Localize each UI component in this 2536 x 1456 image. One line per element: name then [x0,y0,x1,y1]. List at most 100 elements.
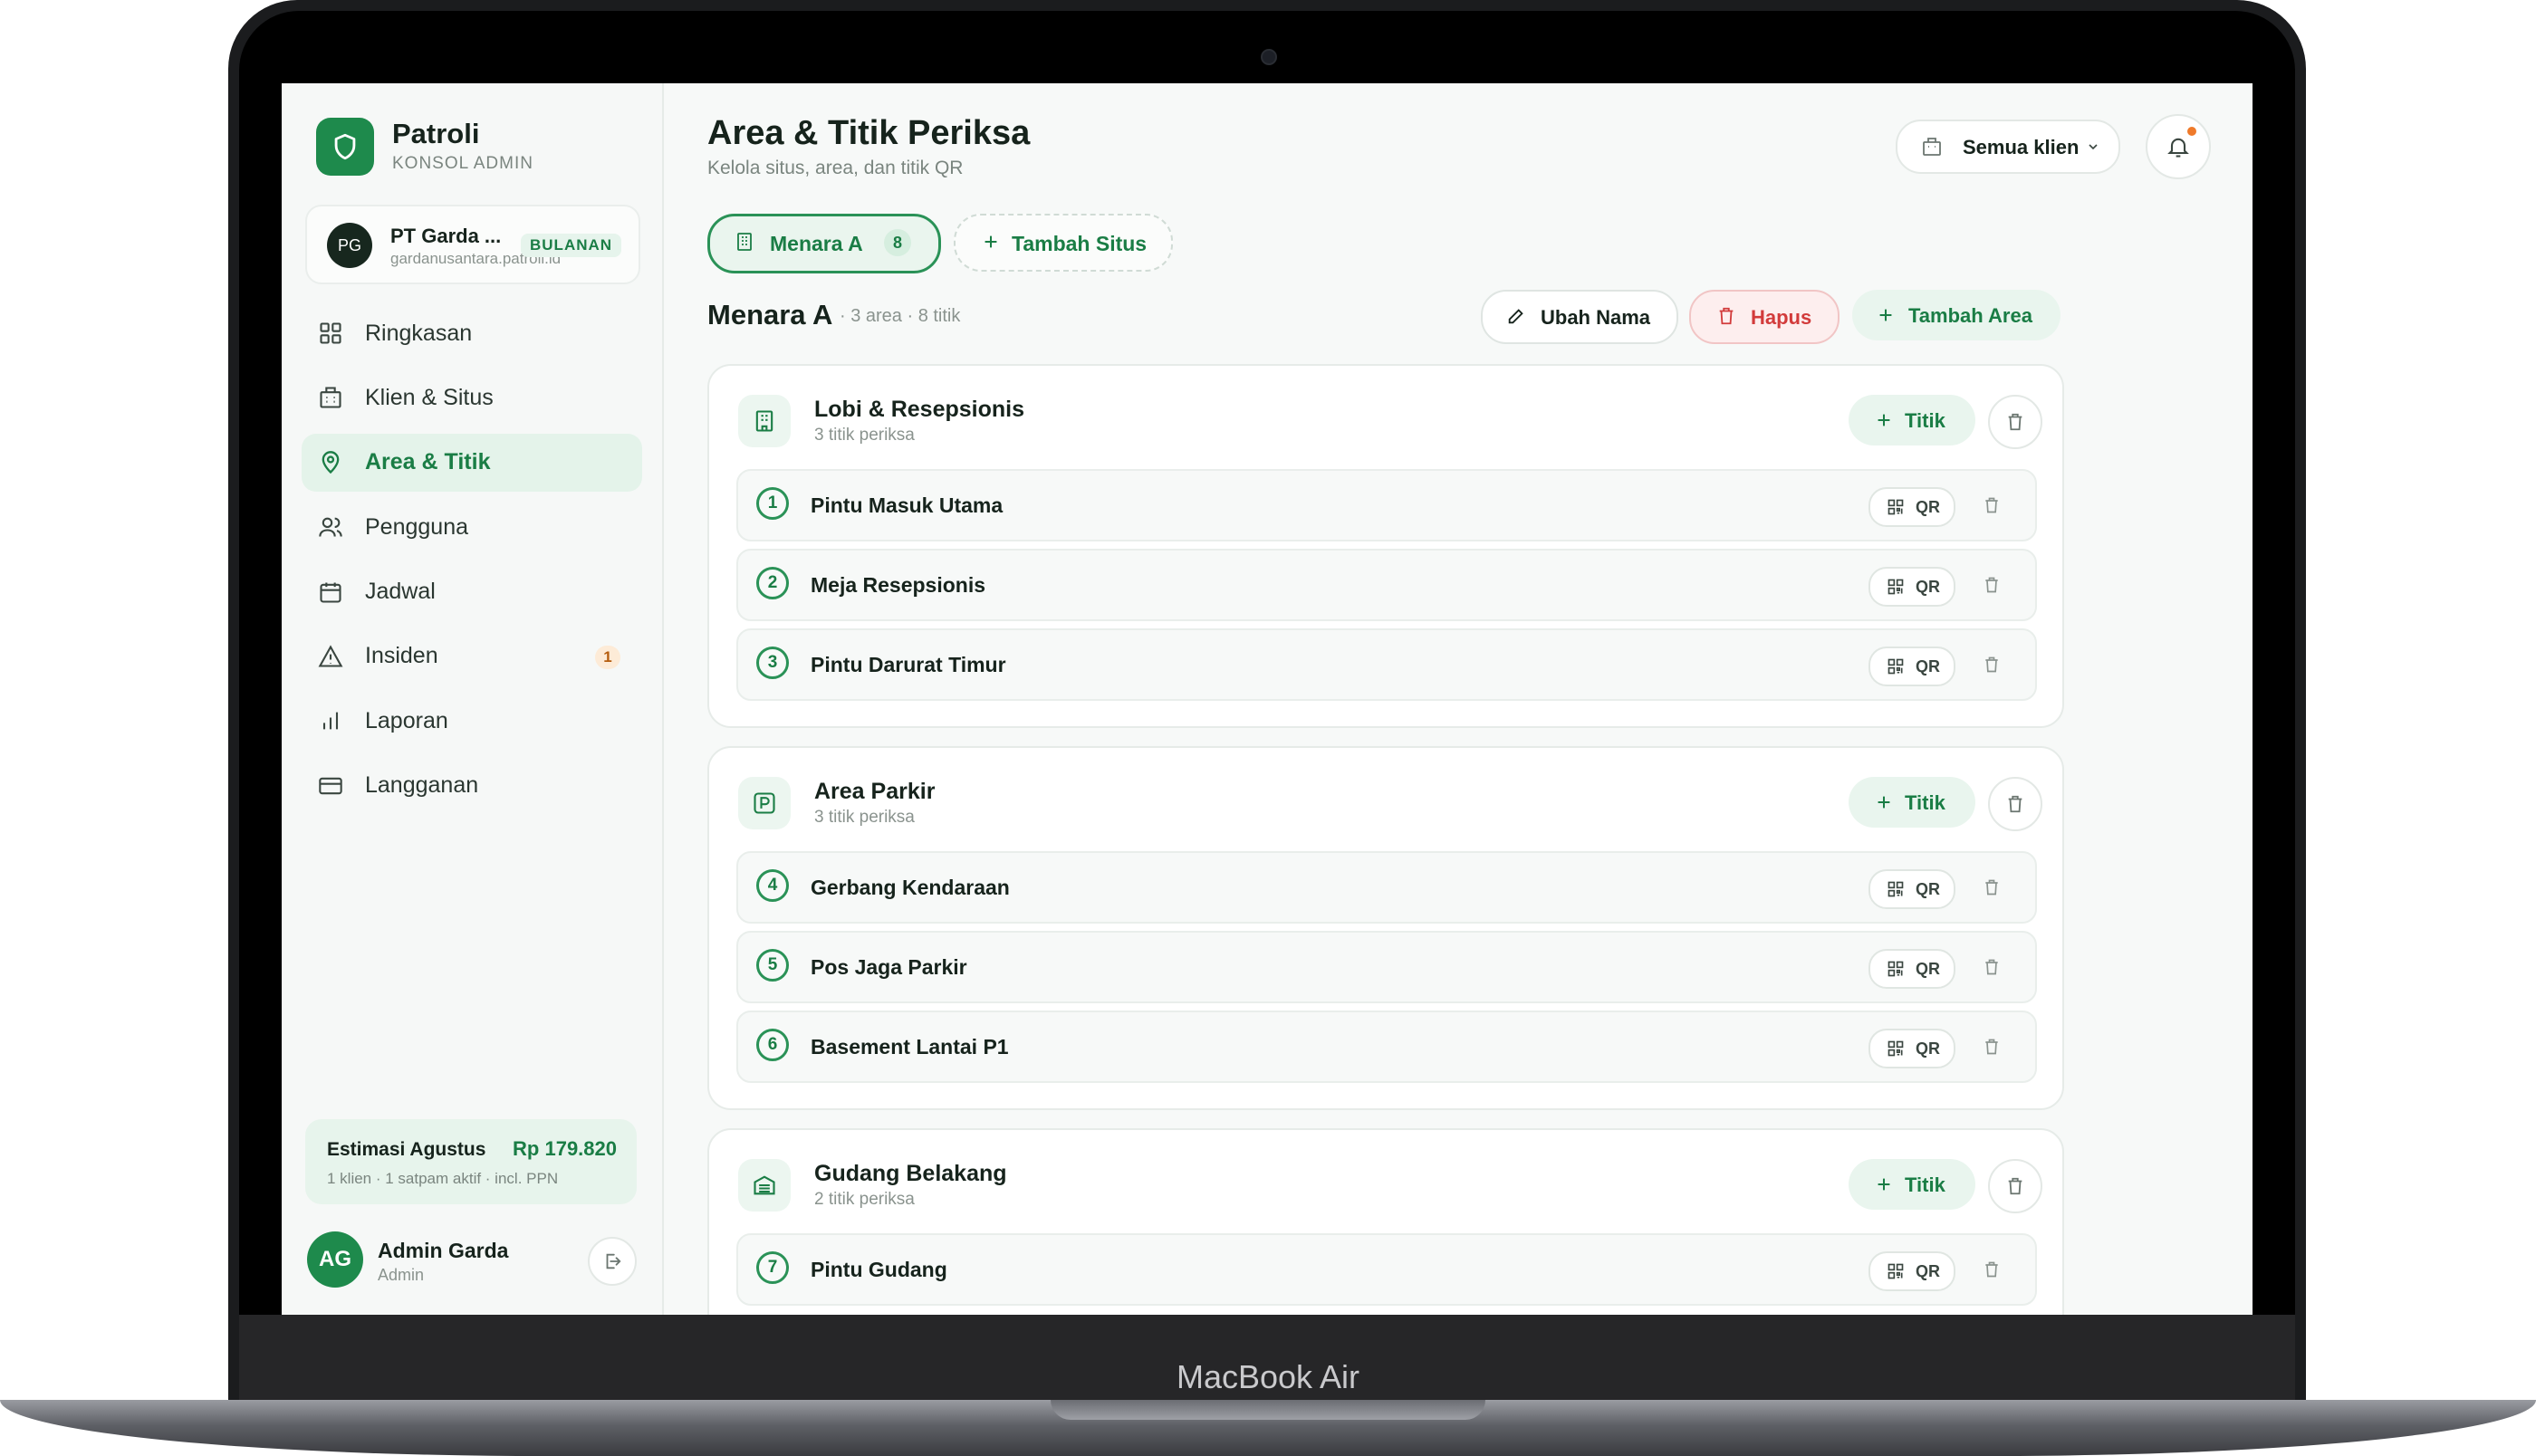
sidebar-item-laporan[interactable]: Laporan [302,692,642,750]
trash-icon [1719,307,1734,325]
billing-estimate: Estimasi Agustus Rp 179.820 1 klien · 1 … [305,1119,637,1204]
add-site-button[interactable]: Tambah Situs [954,214,1173,272]
area-name: Area Parkir [814,779,936,804]
area-point-count: 3 titik periksa [814,808,915,827]
qr-button[interactable]: QR [1868,567,1955,607]
trash-icon [1985,1039,1998,1055]
sidebar-item-label: Laporan [365,707,448,733]
user-name: Admin Garda [378,1239,509,1262]
qr-button[interactable]: QR [1868,1029,1955,1068]
add-point-button[interactable]: Titik [1849,1159,1975,1210]
sidebar-item-label: Pengguna [365,513,469,540]
delete-point-button[interactable] [1977,491,2006,520]
delete-point-button[interactable] [1977,873,2006,902]
device-label: MacBook Air [1176,1358,1360,1395]
incident-count-badge: 1 [595,645,620,669]
add-point-button[interactable]: Titik [1849,777,1975,828]
add-point-label: Titik [1905,1173,1945,1196]
point-name: Basement Lantai P1 [811,1035,1009,1058]
users-icon [319,517,342,537]
sidebar: Patroli KONSOL ADMIN PG PT Garda ... gar… [282,83,664,1315]
delete-point-button[interactable] [1977,1255,2006,1284]
trash-icon [1985,959,1998,975]
point-name: Pos Jaga Parkir [811,955,967,979]
notifications-button[interactable] [2146,114,2211,179]
add-area-button[interactable]: Tambah Area [1852,290,2060,340]
plus-icon [1878,796,1890,809]
trash-icon [1985,1261,1998,1278]
grid-icon [320,322,341,344]
estimate-detail: 1 klien · 1 satpam aktif · incl. PPN [327,1170,559,1187]
tab-count-badge: 8 [884,229,911,256]
credit-card-icon [319,777,342,794]
rename-site-button[interactable]: Ubah Nama [1481,290,1678,344]
client-name: PT Garda ... [390,225,502,247]
sidebar-item-ringkasan[interactable]: Ringkasan [302,304,642,362]
notification-dot [2187,127,2196,136]
point-row: 3 Pintu Darurat Timur QR [736,628,2037,701]
qr-button[interactable]: QR [1868,1251,1955,1291]
screen: Patroli KONSOL ADMIN PG PT Garda ... gar… [282,83,2253,1315]
sidebar-item-langganan[interactable]: Langganan [302,757,642,815]
sidebar-item-label: Langganan [365,772,479,799]
client-filter-label: Semua klien [1963,136,2080,158]
qr-label: QR [1916,1262,1940,1280]
qr-label: QR [1916,960,1940,978]
qr-code-icon [1888,499,1904,515]
qr-label: QR [1916,657,1940,675]
logout-button[interactable] [588,1237,637,1286]
building-icon [320,387,341,408]
sidebar-item-area-titik[interactable]: Area & Titik [302,433,642,492]
point-number: 3 [756,647,789,679]
qr-label: QR [1916,1039,1940,1058]
sidebar-item-insiden[interactable]: Insiden 1 [302,627,642,685]
add-site-label: Tambah Situs [1012,232,1148,255]
logout-icon [606,1253,621,1269]
qr-button[interactable]: QR [1868,487,1955,527]
point-name: Meja Resepsionis [811,573,986,597]
sidebar-item-pengguna[interactable]: Pengguna [302,498,642,556]
user-role: Admin [378,1266,425,1284]
add-point-label: Titik [1905,791,1945,814]
parking-icon [738,777,791,829]
building-icon [1923,138,1941,156]
plus-icon [1878,1178,1890,1191]
qr-button[interactable]: QR [1868,647,1955,686]
estimate-title: Estimasi Agustus [327,1139,486,1160]
point-name: Pintu Darurat Timur [811,653,1006,676]
delete-area-button[interactable] [1988,1159,2042,1213]
area-card-gudang: Gudang Belakang 2 titik periksa Titik 7 … [707,1128,2064,1315]
tab-label: Menara A [770,232,863,255]
client-filter-dropdown[interactable]: Semua klien [1896,120,2120,174]
add-point-button[interactable]: Titik [1849,395,1975,445]
sidebar-item-jadwal[interactable]: Jadwal [302,563,642,621]
area-name: Gudang Belakang [814,1161,1007,1186]
delete-point-button[interactable] [1977,953,2006,982]
delete-site-button[interactable]: Hapus [1689,290,1840,344]
qr-button[interactable]: QR [1868,869,1955,909]
delete-point-button[interactable] [1977,650,2006,679]
point-name: Gerbang Kendaraan [811,876,1010,899]
point-row: 6 Basement Lantai P1 QR [736,1011,2037,1083]
qr-code-icon [1888,1040,1904,1057]
page-subtitle: Kelola situs, area, dan titik QR [707,158,964,178]
delete-point-button[interactable] [1977,570,2006,599]
client-switcher[interactable]: PG PT Garda ... gardanusantara.patroli.i… [305,205,640,284]
trash-icon [2008,795,2022,813]
sidebar-item-klien-situs[interactable]: Klien & Situs [302,369,642,426]
chevron-down-icon [2089,144,2098,150]
qr-button[interactable]: QR [1868,949,1955,989]
trash-icon [2008,413,2022,431]
delete-area-button[interactable] [1988,777,2042,831]
alert-triangle-icon [318,645,343,667]
tab-menara-a[interactable]: Menara A 8 [707,214,941,273]
shield-icon [316,118,374,176]
area-point-count: 3 titik periksa [814,426,915,445]
app-subtitle: KONSOL ADMIN [392,154,533,173]
qr-code-icon [1888,881,1904,897]
rename-label: Ubah Nama [1541,306,1651,329]
plus-icon [1879,309,1892,321]
qr-code-icon [1888,961,1904,977]
delete-point-button[interactable] [1977,1032,2006,1061]
delete-area-button[interactable] [1988,395,2042,449]
